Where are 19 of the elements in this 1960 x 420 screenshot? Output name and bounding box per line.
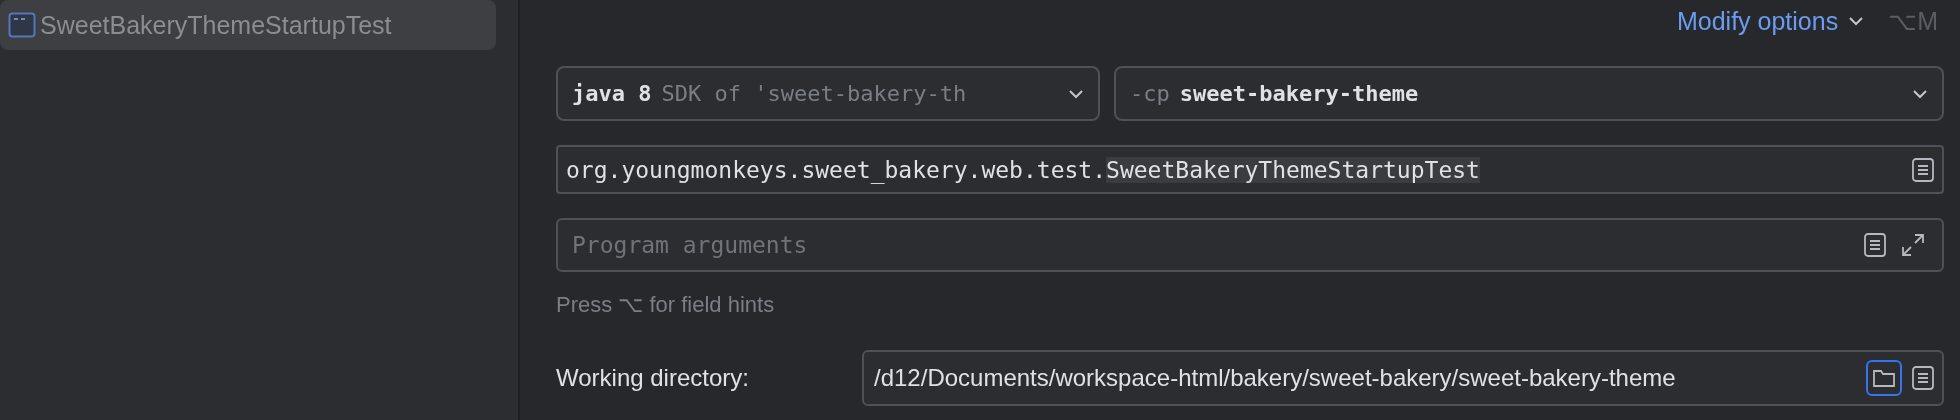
list-icon[interactable] (1912, 157, 1934, 182)
program-arguments-field[interactable]: Program arguments (556, 218, 1944, 272)
chevron-down-icon (1912, 88, 1928, 99)
folder-icon (1872, 368, 1896, 388)
field-hints-text: Press ⌥ for field hints (556, 292, 776, 318)
classpath-dropdown[interactable]: -cp sweet-bakery-theme (1114, 66, 1944, 121)
chevron-down-icon (1068, 88, 1084, 99)
expand-icon[interactable] (1900, 232, 1926, 258)
modify-options-link[interactable]: Modify options (1676, 6, 1865, 36)
working-directory-label: Working directory: (556, 364, 750, 392)
working-directory-field[interactable]: /d12/Documents/workspace-html/bakery/sweet-bakery/sweet-bakery-theme (862, 350, 1944, 406)
chevron-down-icon (1848, 16, 1865, 26)
main-class-field[interactable]: org.youngmonkeys.sweet_bakery.web.test.SweetBakeryThemeStartupTest (556, 145, 1944, 194)
application-icon (8, 12, 36, 38)
folder-button[interactable] (1866, 360, 1902, 396)
list-icon[interactable] (1912, 366, 1934, 390)
jre-dropdown[interactable]: java 8 SDK of 'sweet-bakery-th (556, 66, 1100, 121)
program-arguments-input[interactable]: Program arguments (566, 232, 1850, 258)
list-icon[interactable] (1864, 233, 1886, 257)
